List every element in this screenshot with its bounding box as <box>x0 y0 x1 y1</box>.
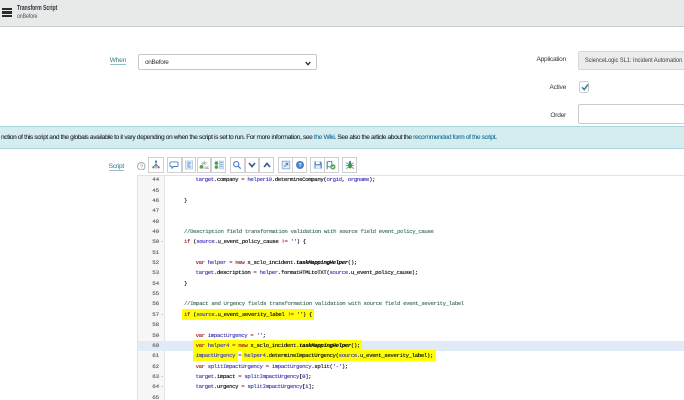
svg-text:ac: ac <box>204 165 209 169</box>
svg-text:?: ? <box>140 164 143 170</box>
svg-text:?: ? <box>298 163 302 169</box>
